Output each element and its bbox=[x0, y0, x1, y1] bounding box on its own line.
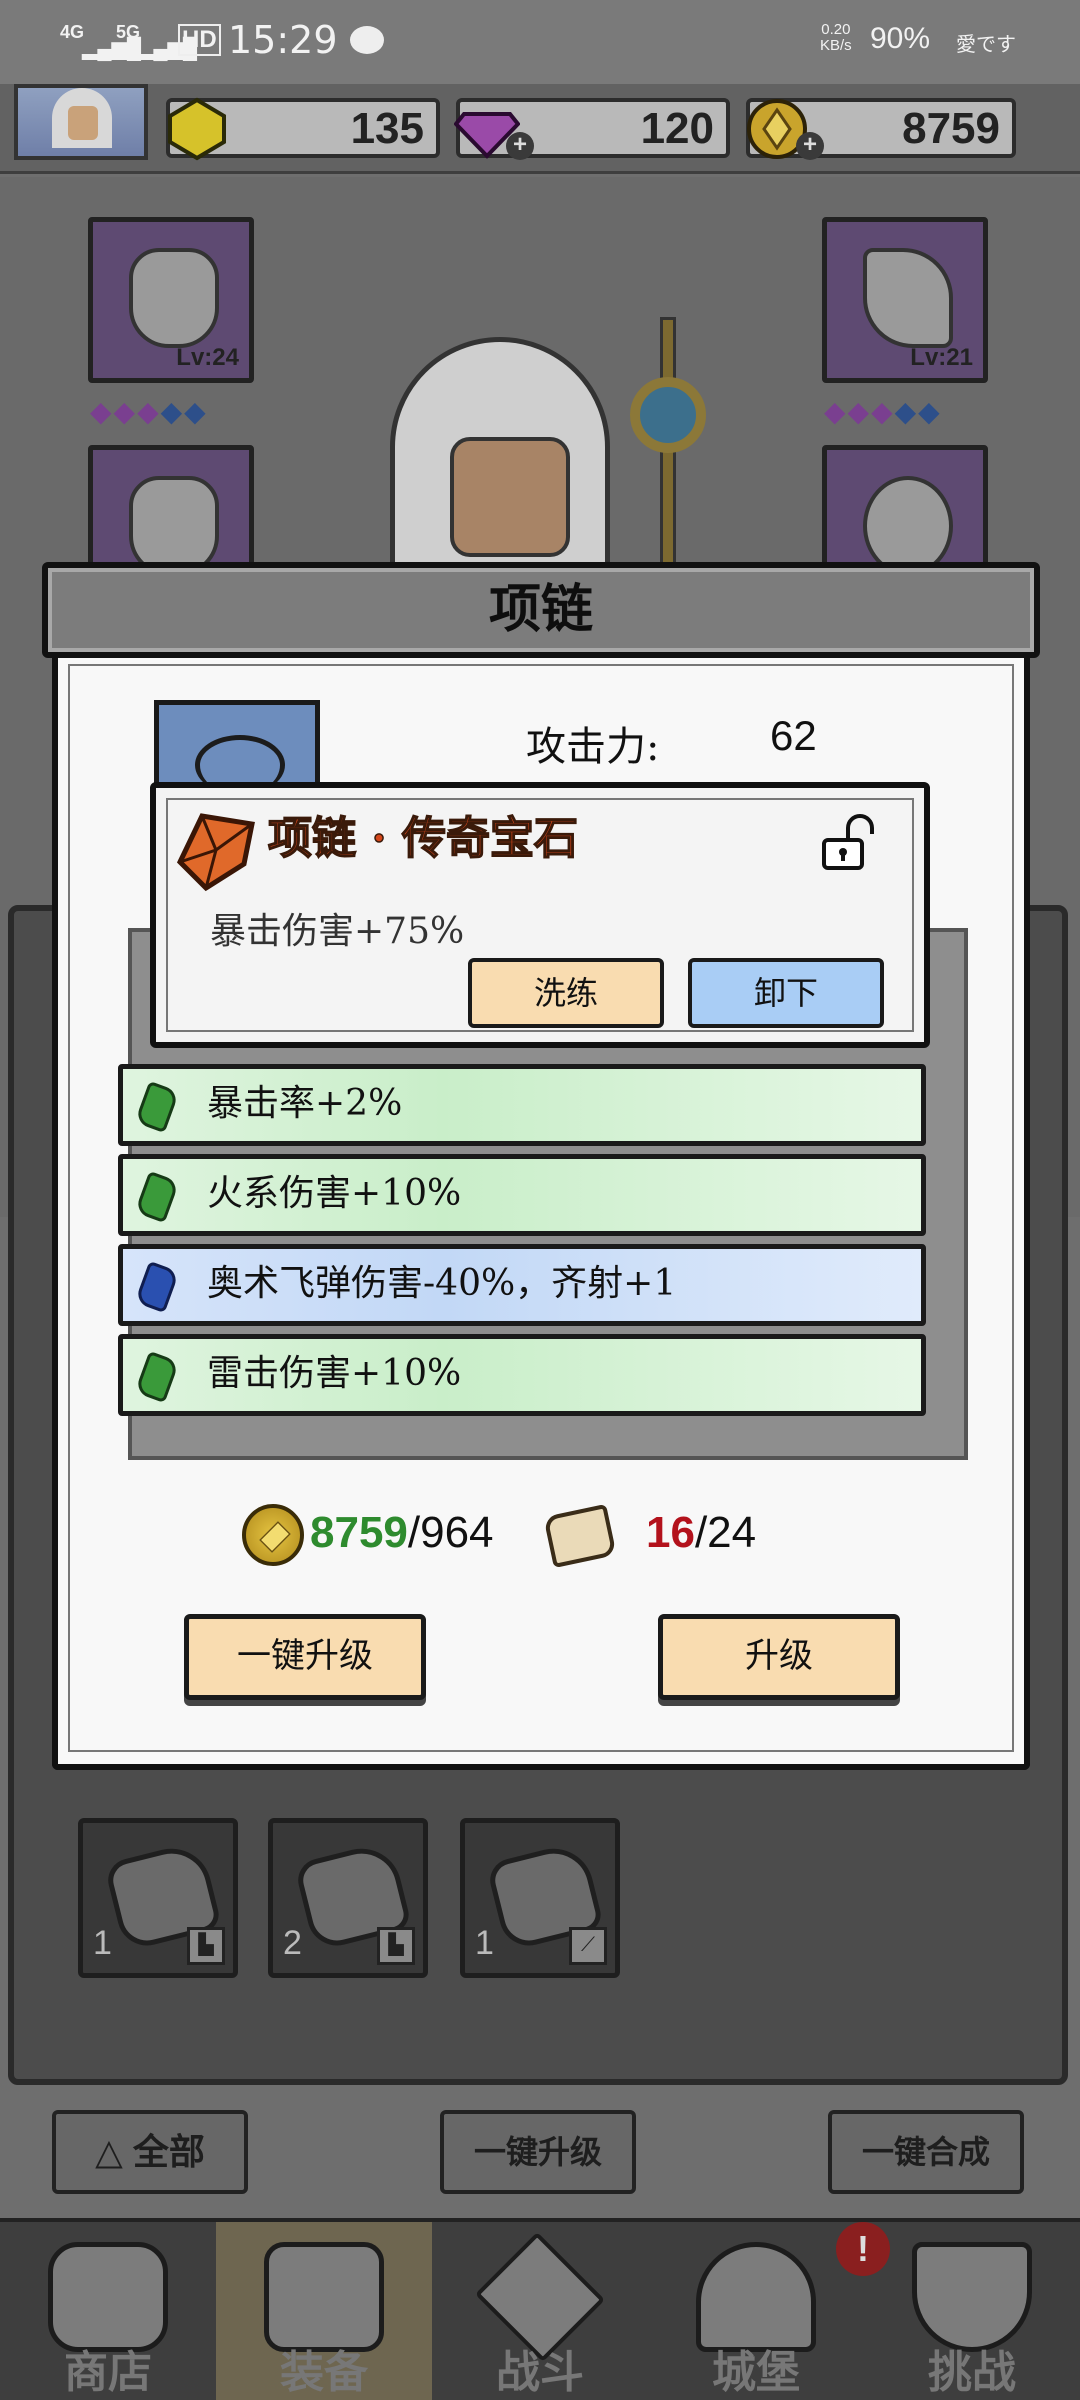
coin-cost: 8759/964 bbox=[310, 1508, 494, 1558]
helmet-slot[interactable]: Lv:24 bbox=[88, 217, 254, 383]
gem-popup-title: 项链 · 传奇宝石 bbox=[267, 812, 578, 865]
material-slot[interactable]: 1 ⟋ bbox=[460, 1818, 620, 1978]
weapon-gem-sockets: ◆◆◆◆◆ bbox=[824, 396, 942, 427]
green-gem-icon bbox=[134, 1170, 180, 1224]
signal-icon: ▂▄▆█ bbox=[82, 38, 142, 60]
diamond-counter: 120 + bbox=[454, 98, 730, 160]
weapon-tag-icon: ⟋ bbox=[569, 1927, 607, 1965]
carrier-label: 愛です bbox=[956, 34, 1016, 56]
ring-slot[interactable] bbox=[822, 445, 988, 575]
weapon-slot[interactable]: Lv:21 bbox=[822, 217, 988, 383]
affix-row: 奥术飞弹伤害-40%，齐射+1 bbox=[118, 1244, 926, 1326]
gold-gem-counter: 135 bbox=[166, 97, 440, 161]
attack-stat-value: 62 bbox=[770, 712, 817, 759]
armor-icon bbox=[129, 476, 219, 570]
gem-popup: 项链 · 传奇宝石 暴击伤害+75% 洗练 卸下 bbox=[150, 782, 930, 1048]
affix-text: 奥术飞弹伤害-40%，齐射+1 bbox=[207, 1263, 677, 1304]
coin-value: 8759 bbox=[902, 104, 1000, 153]
coin-counter: 8759 + bbox=[746, 98, 1016, 160]
resource-bar: 135 120 + 8759 + bbox=[0, 84, 1080, 174]
nav-shop-label: 商店 bbox=[64, 2348, 152, 2397]
gold-gem-icon bbox=[168, 97, 226, 161]
boot-tag-icon: ▙ bbox=[377, 1927, 415, 1965]
affix-row: 火系伤害+10% bbox=[118, 1154, 926, 1236]
filter-all-button[interactable]: △ 全部 bbox=[52, 2110, 248, 2194]
weapon-icon bbox=[863, 248, 953, 348]
status-bar: 4G 5G ▂▄▆█ ▂▄▆█ HD 15:29 0.20 KB/s 90% 愛… bbox=[0, 0, 1080, 84]
add-diamond-button[interactable]: + bbox=[506, 132, 534, 160]
nav-battle-label: 战斗 bbox=[496, 2348, 584, 2397]
coin-icon bbox=[242, 1504, 304, 1566]
gold-gem-value: 135 bbox=[350, 104, 424, 153]
affix-row: 雷击伤害+10% bbox=[118, 1334, 926, 1416]
bottom-nav: 商店 装备 战斗 城堡 挑战 bbox=[0, 2218, 1080, 2400]
network-4g-label: 4G bbox=[60, 22, 85, 42]
weapon-level: Lv:21 bbox=[910, 344, 973, 371]
affix-text: 火系伤害+10% bbox=[207, 1173, 462, 1214]
scroll-cost: 16/24 bbox=[646, 1508, 756, 1558]
blue-gem-icon bbox=[134, 1260, 180, 1314]
coin-required: /964 bbox=[407, 1508, 494, 1557]
hd-badge: HD bbox=[178, 24, 221, 56]
bg-one-click-upgrade-button[interactable]: 一键升级 bbox=[440, 2110, 636, 2194]
one-click-merge-button[interactable]: 一键合成 bbox=[828, 2110, 1024, 2194]
diamond-value: 120 bbox=[640, 104, 714, 153]
avatar[interactable] bbox=[14, 84, 148, 160]
green-gem-icon bbox=[134, 1350, 180, 1404]
legendary-gem-icon bbox=[176, 813, 255, 892]
material-count: 1 bbox=[93, 1924, 112, 1962]
affix-text: 暴击率+2% bbox=[207, 1083, 403, 1124]
one-click-upgrade-button[interactable]: 一键升级 bbox=[184, 1614, 426, 1700]
coin-owned: 8759 bbox=[310, 1508, 408, 1557]
helmet-gem-sockets: ◆◆◆◆◆ bbox=[90, 396, 208, 427]
affix-text: 雷击伤害+10% bbox=[207, 1353, 462, 1394]
helmet-icon bbox=[129, 248, 219, 348]
unlock-icon[interactable] bbox=[820, 812, 876, 872]
avatar-face bbox=[68, 106, 98, 140]
nav-challenge-label: 挑战 bbox=[928, 2348, 1016, 2397]
wechat-icon bbox=[350, 26, 384, 54]
battery-level: 90% bbox=[870, 22, 931, 55]
nav-challenge[interactable]: 挑战 bbox=[864, 2222, 1080, 2400]
dialog-title-bar: 项链 bbox=[42, 562, 1040, 658]
speed-value: 0.20 bbox=[821, 21, 851, 38]
helmet-level: Lv:24 bbox=[176, 344, 239, 371]
nav-equipment-label: 装备 bbox=[280, 2348, 368, 2397]
attack-stat-label: 攻击力: bbox=[526, 724, 660, 770]
upgrade-button[interactable]: 升级 bbox=[658, 1614, 900, 1700]
nav-castle[interactable]: 城堡 bbox=[648, 2222, 864, 2400]
nav-battle[interactable]: 战斗 bbox=[432, 2222, 648, 2400]
speed-unit: KB/s bbox=[820, 37, 852, 54]
up-triangle-icon: △ bbox=[95, 2131, 133, 2172]
reforge-button[interactable]: 洗练 bbox=[468, 958, 664, 1028]
scroll-required: /24 bbox=[694, 1508, 757, 1557]
ring-icon bbox=[863, 476, 953, 570]
material-slot[interactable]: 2 ▙ bbox=[268, 1818, 428, 1978]
green-gem-icon bbox=[134, 1080, 180, 1134]
castle-alert-badge: ! bbox=[836, 2222, 890, 2276]
network-speed: 0.20 KB/s bbox=[820, 22, 852, 54]
nav-shop[interactable]: 商店 bbox=[0, 2222, 216, 2400]
material-count: 2 bbox=[283, 1924, 302, 1962]
armor-slot[interactable] bbox=[88, 445, 254, 575]
staff-orb-icon bbox=[630, 377, 706, 453]
material-slot[interactable]: 1 ▙ bbox=[78, 1818, 238, 1978]
material-count: 1 bbox=[475, 1924, 494, 1962]
hero-face bbox=[450, 437, 570, 557]
scroll-owned: 16 bbox=[646, 1508, 695, 1557]
clock: 15:29 bbox=[228, 18, 338, 62]
dialog-title: 项链 bbox=[488, 579, 593, 640]
unequip-button[interactable]: 卸下 bbox=[688, 958, 884, 1028]
nav-castle-label: 城堡 bbox=[712, 2348, 800, 2397]
boot-tag-icon: ▙ bbox=[187, 1927, 225, 1965]
nav-equipment[interactable]: 装备 bbox=[216, 2222, 432, 2400]
gem-popup-description: 暴击伤害+75% bbox=[210, 911, 465, 952]
add-coins-button[interactable]: + bbox=[796, 132, 824, 160]
filter-all-label: 全部 bbox=[132, 2131, 205, 2172]
affix-row: 暴击率+2% bbox=[118, 1064, 926, 1146]
